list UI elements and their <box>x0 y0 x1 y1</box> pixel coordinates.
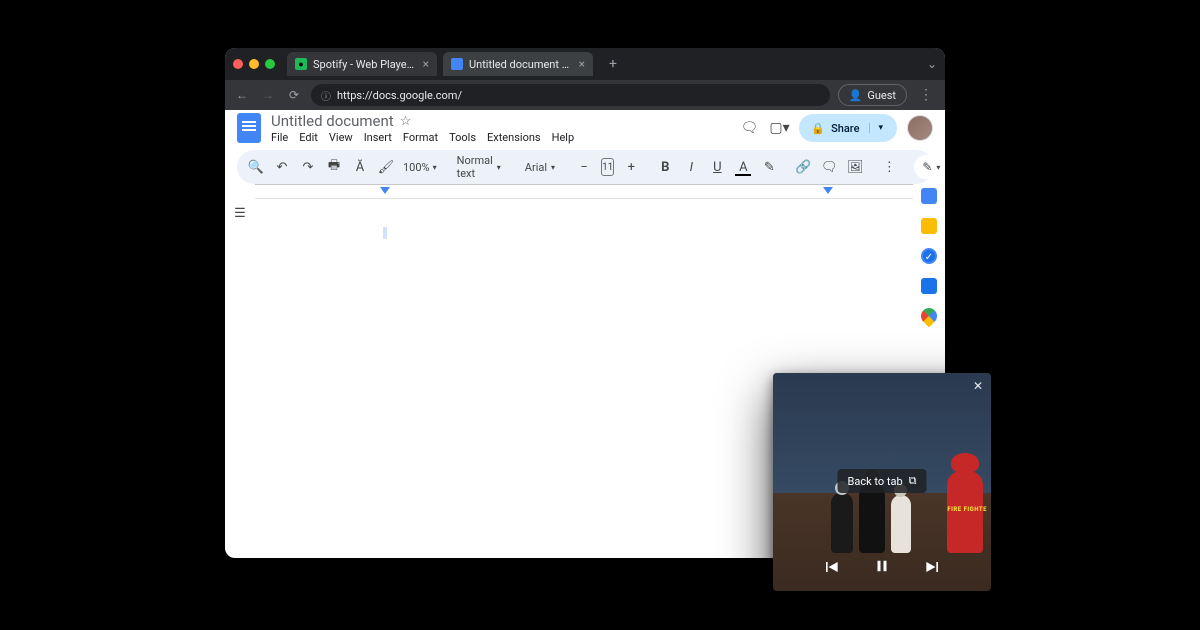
spellcheck-icon[interactable]: Ă <box>351 160 369 175</box>
maximize-window-icon[interactable] <box>265 59 275 69</box>
site-info-icon[interactable]: ⓘ <box>321 88 331 103</box>
font-dropdown[interactable]: Arial▾ <box>521 161 559 174</box>
figure-icon <box>859 483 885 553</box>
search-menus-icon[interactable]: 🔍 <box>247 160 265 175</box>
document-title[interactable]: Untitled document <box>271 112 394 130</box>
guest-icon: 👤 <box>849 89 863 102</box>
comment-history-icon[interactable]: 🗨 <box>739 120 759 136</box>
decrease-font-icon[interactable]: − <box>575 160 593 175</box>
address-bar[interactable]: ⓘ https://docs.google.com/ <box>311 84 830 106</box>
profile-button[interactable]: 👤 Guest <box>838 84 907 106</box>
tasks-icon[interactable] <box>921 248 937 264</box>
more-toolbar-icon[interactable]: ⋮ <box>880 160 898 175</box>
share-dropdown-icon[interactable]: ▾ <box>869 123 883 133</box>
back-to-tab-button[interactable]: Back to tab ⧉ <box>837 469 926 493</box>
italic-icon[interactable]: I <box>682 160 700 175</box>
pencil-icon: ✎ <box>922 160 932 174</box>
editing-mode-dropdown[interactable]: ✎▾ <box>914 155 945 179</box>
close-tab-icon[interactable]: × <box>579 57 585 71</box>
menu-file[interactable]: File <box>271 131 288 144</box>
tab-spotify[interactable]: ● Spotify - Web Player: Music f × <box>287 52 437 76</box>
docs-header: Untitled document ☆ File Edit View Inser… <box>225 110 945 146</box>
contacts-icon[interactable] <box>921 278 937 294</box>
menu-help[interactable]: Help <box>552 131 575 144</box>
browser-menu-icon[interactable]: ⋮ <box>915 87 937 103</box>
tab-title: Untitled document - Google D <box>469 58 571 71</box>
figure-icon <box>831 493 853 553</box>
close-tab-icon[interactable]: × <box>423 57 429 71</box>
zoom-dropdown[interactable]: 100%▾ <box>403 161 437 174</box>
redo-icon[interactable]: ↷ <box>299 160 317 175</box>
picture-in-picture-window[interactable]: FIRE FIGHTE ✕ Back to tab ⧉ <box>773 373 991 591</box>
menu-bar: File Edit View Insert Format Tools Exten… <box>271 131 729 144</box>
increase-font-icon[interactable]: + <box>622 160 640 175</box>
forward-button[interactable]: → <box>259 86 277 104</box>
url-bar: ← → ⟳ ⓘ https://docs.google.com/ 👤 Guest… <box>225 80 945 110</box>
back-to-tab-label: Back to tab <box>847 475 902 488</box>
docs-toolbar: 🔍 ↶ ↷ 🖶 Ă 🖌 100%▾ Normal text▾ Arial▾ − … <box>237 150 933 184</box>
tab-title: Spotify - Web Player: Music f <box>313 58 415 71</box>
star-icon[interactable]: ☆ <box>400 114 412 129</box>
tab-overflow-icon[interactable]: ⌄ <box>927 57 937 71</box>
menu-view[interactable]: View <box>329 131 353 144</box>
new-tab-button[interactable]: + <box>603 56 623 72</box>
text-cursor <box>383 227 387 239</box>
pip-controls <box>773 557 991 581</box>
meet-icon[interactable]: ▢▾ <box>769 120 789 136</box>
outline-icon[interactable]: ☰ <box>234 206 246 221</box>
menu-insert[interactable]: Insert <box>364 131 392 144</box>
close-window-icon[interactable] <box>233 59 243 69</box>
font-size-input[interactable]: 11 <box>601 158 614 176</box>
tab-google-docs[interactable]: Untitled document - Google D × <box>443 52 593 76</box>
tab-strip: ● Spotify - Web Player: Music f × Untitl… <box>225 48 945 80</box>
text-color-icon[interactable]: A <box>734 160 752 175</box>
indent-marker-left-icon[interactable] <box>380 187 390 194</box>
share-button[interactable]: 🔒 Share ▾ <box>799 114 897 142</box>
minimize-window-icon[interactable] <box>249 59 259 69</box>
figure-icon <box>891 495 911 553</box>
spotify-favicon-icon: ● <box>295 58 307 70</box>
highlight-icon[interactable]: ✎ <box>760 160 778 175</box>
next-track-icon[interactable] <box>923 557 943 581</box>
lock-icon: 🔒 <box>811 122 825 135</box>
account-avatar[interactable] <box>907 115 933 141</box>
indent-marker-right-icon[interactable] <box>823 187 833 194</box>
pip-close-icon[interactable]: ✕ <box>973 379 983 393</box>
underline-icon[interactable]: U <box>708 160 726 175</box>
menu-extensions[interactable]: Extensions <box>487 131 541 144</box>
add-comment-icon[interactable]: 🗨 <box>820 160 838 175</box>
insert-image-icon[interactable]: 🖼 <box>846 160 864 175</box>
menu-tools[interactable]: Tools <box>449 131 476 144</box>
reload-button[interactable]: ⟳ <box>285 86 303 104</box>
menu-format[interactable]: Format <box>403 131 438 144</box>
calendar-icon[interactable] <box>921 188 937 204</box>
url-text: https://docs.google.com/ <box>337 89 462 102</box>
open-in-new-icon: ⧉ <box>909 474 917 488</box>
share-label: Share <box>831 122 859 135</box>
back-button[interactable]: ← <box>233 86 251 104</box>
keep-icon[interactable] <box>921 218 937 234</box>
insert-link-icon[interactable]: 🔗 <box>794 160 812 175</box>
maps-icon[interactable] <box>918 305 941 328</box>
paint-format-icon[interactable]: 🖌 <box>377 160 395 175</box>
paragraph-style-dropdown[interactable]: Normal text▾ <box>453 154 505 180</box>
print-icon[interactable]: 🖶 <box>325 156 343 178</box>
undo-icon[interactable]: ↶ <box>273 160 291 175</box>
guest-label: Guest <box>867 89 896 102</box>
docs-logo-icon[interactable] <box>237 113 261 143</box>
pause-icon[interactable] <box>873 557 891 581</box>
ruler[interactable] <box>255 185 913 199</box>
docs-favicon-icon <box>451 58 463 70</box>
window-controls <box>233 59 275 69</box>
firefighter-label: FIRE FIGHTE <box>947 507 987 513</box>
previous-track-icon[interactable] <box>821 557 841 581</box>
menu-edit[interactable]: Edit <box>299 131 318 144</box>
bold-icon[interactable]: B <box>656 160 674 175</box>
